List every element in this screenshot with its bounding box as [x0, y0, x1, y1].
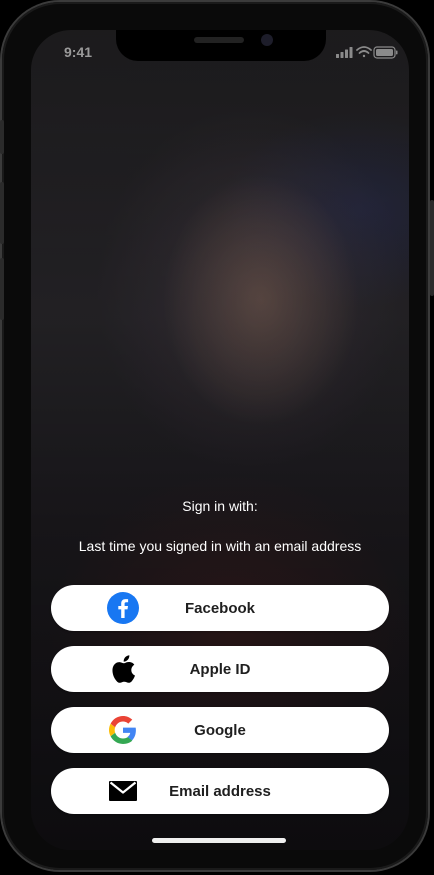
volume-up-button: [0, 182, 4, 244]
mail-icon: [107, 775, 139, 807]
front-camera: [261, 34, 273, 46]
facebook-button[interactable]: Facebook: [51, 585, 389, 631]
status-time: 9:41: [64, 44, 93, 60]
apple-icon: [107, 653, 139, 685]
apple-id-button-label: Apple ID: [189, 660, 251, 678]
home-indicator[interactable]: [152, 838, 286, 843]
facebook-icon: [107, 592, 139, 624]
apple-id-button[interactable]: Apple ID: [51, 646, 389, 692]
google-button-label: Google: [194, 721, 246, 739]
last-sign-in-note: Last time you signed in with an email ad…: [78, 538, 362, 554]
battery-icon: [373, 46, 398, 59]
status-icons: [336, 44, 398, 59]
speaker: [194, 37, 244, 43]
power-button: [430, 200, 434, 296]
email-address-button-label: Email address: [169, 782, 271, 800]
wifi-icon: [356, 46, 372, 58]
signal-icon: [336, 47, 353, 58]
email-address-button[interactable]: Email address: [51, 768, 389, 814]
silent-switch: [0, 120, 4, 154]
facebook-button-label: Facebook: [184, 599, 256, 617]
sign-in-title: Sign in with:: [182, 498, 258, 514]
google-icon: [107, 714, 139, 746]
notch: [116, 30, 326, 61]
google-button[interactable]: Google: [51, 707, 389, 753]
volume-down-button: [0, 258, 4, 320]
